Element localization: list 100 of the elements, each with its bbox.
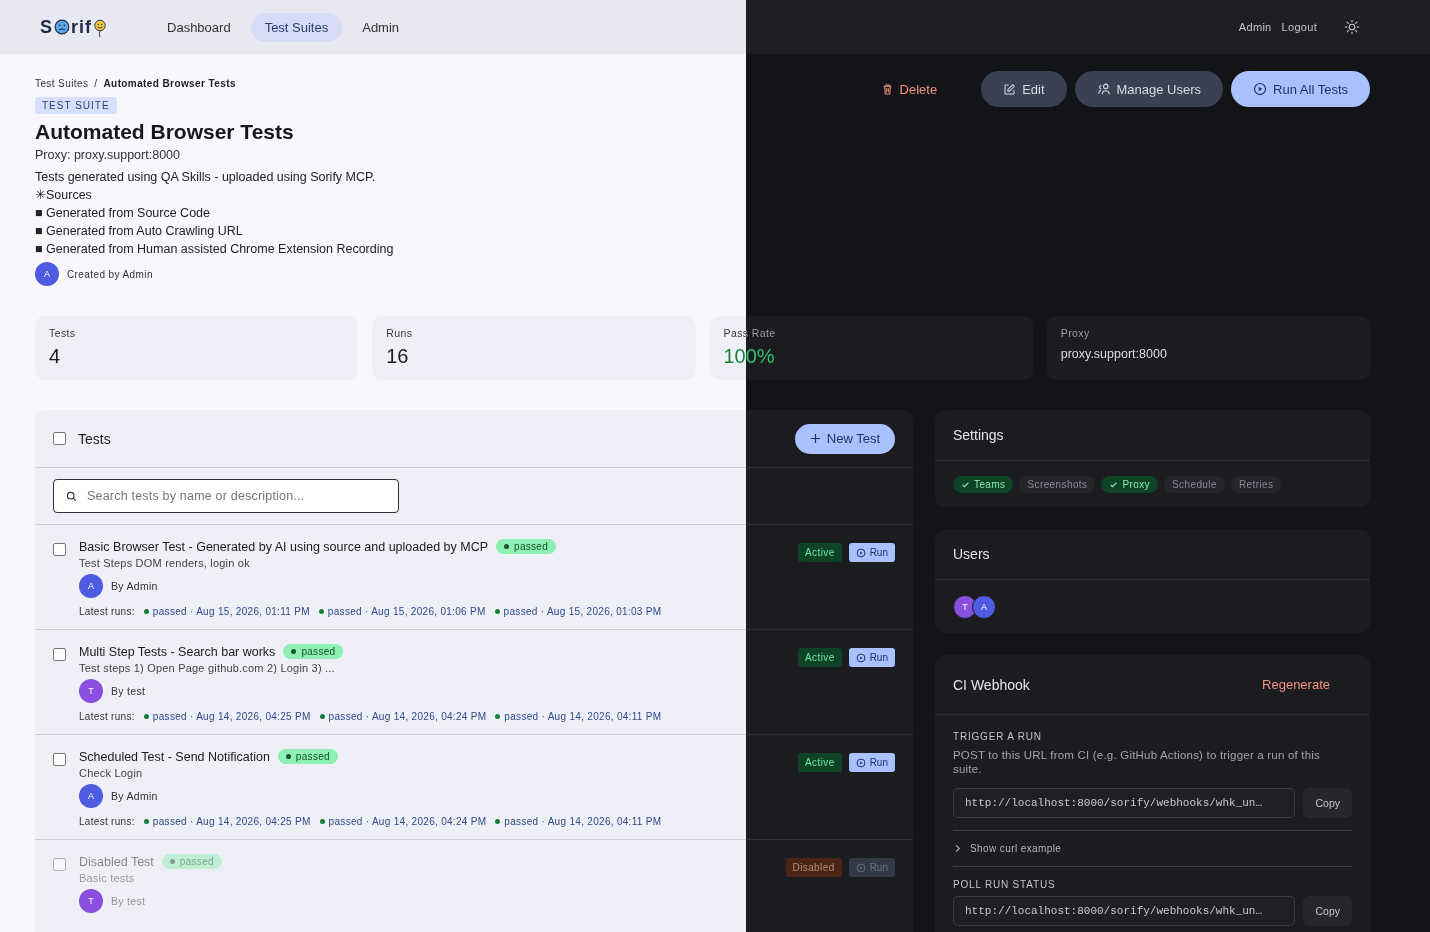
run-entry[interactable]: passed · Aug 14, 2026, 04:25 PM (143, 711, 311, 722)
search-field[interactable]: Search tests by name or description... (53, 479, 399, 513)
author-text: By Admin (111, 790, 158, 802)
section-heading: TRIGGER A RUN (953, 731, 1043, 742)
curl-toggle[interactable]: Show curl example (953, 831, 1062, 866)
stat-label: Runs (386, 327, 413, 339)
row-checkbox[interactable] (53, 648, 66, 661)
page-title: Automated Browser Tests (35, 120, 295, 144)
select-all-checkbox[interactable] (53, 432, 66, 445)
run-entry[interactable]: passed · Aug 14, 2026, 04:11 PM (495, 816, 662, 827)
url-field[interactable]: http://localhost:8000/sorify/webhooks/whk_un… (953, 896, 1296, 926)
run-entry[interactable]: passed · Aug 14, 2026, 04:25 PM (143, 816, 311, 827)
run-entry[interactable]: passed · Aug 15, 2026, 01:06 PM (318, 606, 486, 617)
play-circle-icon (855, 547, 866, 558)
test-description: Check Login (79, 767, 144, 779)
setting-chip[interactable]: Schedule (1164, 476, 1225, 493)
breadcrumb-link[interactable]: Test Suites (35, 78, 89, 89)
proxy-text: Proxy: proxy.support:8000 (35, 148, 181, 162)
card-title: Users (953, 546, 990, 562)
play-circle-icon (1253, 82, 1268, 96)
play-circle-icon (855, 862, 866, 873)
description-line: ■ Generated from Auto Crawling URL (35, 223, 244, 240)
runs-label: Latest runs: (79, 816, 135, 827)
regenerate-button[interactable]: Regenerate (1256, 676, 1336, 693)
state-badge: Active (798, 753, 842, 772)
state-badge: Active (798, 543, 842, 562)
url-field[interactable]: http://localhost:8000/sorify/webhooks/whk_un… (953, 788, 1296, 818)
state-badge: Active (798, 648, 842, 667)
stat-label: Proxy (1060, 327, 1090, 339)
nav-tab[interactable]: Admin (348, 12, 414, 42)
author-text: By test (111, 895, 146, 907)
created-by-text: Created by Admin (67, 268, 153, 280)
section-description: POST to this URL from CI (e.g. GitHub Actions) to trigger a run of this suite. (953, 748, 1321, 776)
description-line: Tests generated using QA Skills - uploaded using Sorify MCP. (35, 169, 377, 186)
run-button[interactable]: Run (848, 753, 895, 772)
test-description: Basic tests (79, 872, 136, 884)
run-entry[interactable]: passed · Aug 14, 2026, 04:24 PM (319, 711, 487, 722)
run-entry[interactable]: passed · Aug 14, 2026, 04:24 PM (319, 816, 487, 827)
check-icon (1109, 480, 1119, 489)
author-text: By Admin (111, 580, 158, 592)
logo[interactable]: S rif (40, 15, 107, 39)
run-button[interactable]: Run (848, 543, 895, 562)
setting-chip[interactable]: Proxy (1101, 476, 1158, 493)
test-name[interactable]: Multi Step Tests - Search bar works (79, 644, 276, 659)
description-line: ✳Sources (35, 187, 93, 204)
test-description: Test steps 1) Open Page github.com 2) Login 3) ... (79, 662, 336, 674)
status-badge: passed (277, 749, 338, 764)
card-title: CI Webhook (953, 676, 1030, 693)
runs-label: Latest runs: (79, 711, 135, 722)
stat-value: proxy.support:8000 (1060, 347, 1168, 361)
row-checkbox[interactable] (53, 543, 66, 556)
trash-icon (880, 82, 894, 96)
avatar: A (972, 595, 996, 619)
run-entry[interactable]: passed · Aug 14, 2026, 04:11 PM (495, 711, 662, 722)
check-icon (961, 480, 970, 489)
play-circle-icon (855, 652, 866, 663)
state-badge: Disabled (785, 858, 842, 877)
copy-button[interactable]: Copy (1303, 788, 1352, 818)
nav-tab[interactable]: Dashboard (153, 12, 245, 42)
test-name[interactable]: Basic Browser Test - Generated by AI using source and uploaded by MCP (79, 539, 488, 554)
nav-tab[interactable]: Test Suites (250, 12, 343, 42)
new-test-button[interactable]: New Test (794, 423, 895, 454)
action-button[interactable]: Edit (981, 71, 1067, 107)
plus-icon (809, 433, 821, 444)
section-heading: POLL RUN STATUS (953, 879, 1057, 890)
action-button[interactable]: Manage Users (1074, 71, 1224, 107)
test-name[interactable]: Scheduled Test - Send Notification (79, 749, 270, 764)
action-button[interactable]: Run All Tests (1231, 71, 1370, 107)
avatar: A (79, 784, 103, 808)
setting-chip[interactable]: Retries (1230, 476, 1282, 493)
avatar: A (35, 262, 59, 286)
header-link[interactable]: Admin (1233, 21, 1277, 33)
run-entry[interactable]: passed · Aug 15, 2026, 01:03 PM (494, 606, 662, 617)
card-title: Settings (953, 427, 1004, 443)
header-link[interactable]: Logout (1276, 21, 1322, 33)
action-button[interactable]: Delete (858, 71, 960, 107)
card-title: Tests (78, 430, 111, 447)
avatar: T (953, 595, 977, 619)
avatar: T (79, 889, 103, 913)
stat-value: 4 (49, 345, 62, 368)
setting-chip[interactable]: Teams (953, 476, 1014, 493)
run-button[interactable]: Run (848, 648, 895, 667)
sun-icon[interactable] (1344, 19, 1360, 35)
breadcrumb-separator: / (94, 78, 98, 89)
stat-value: 16 (386, 345, 410, 368)
avatar: T (79, 679, 103, 703)
avatar: A (79, 574, 103, 598)
row-checkbox[interactable] (53, 753, 66, 766)
users-icon (1096, 82, 1111, 96)
breadcrumb-current: Automated Browser Tests (103, 78, 236, 89)
runs-label: Latest runs: (79, 606, 135, 617)
chevron-icon (953, 844, 962, 853)
setting-chip[interactable]: Screenshots (1019, 476, 1096, 493)
status-badge: passed (283, 644, 344, 659)
edit-icon (1003, 82, 1017, 96)
play-circle-icon (855, 757, 866, 768)
status-badge: passed (161, 854, 222, 869)
run-entry[interactable]: passed · Aug 15, 2026, 01:11 PM (143, 606, 310, 617)
test-description: Test Steps DOM renders, login ok (79, 557, 251, 569)
copy-button[interactable]: Copy (1303, 896, 1352, 926)
